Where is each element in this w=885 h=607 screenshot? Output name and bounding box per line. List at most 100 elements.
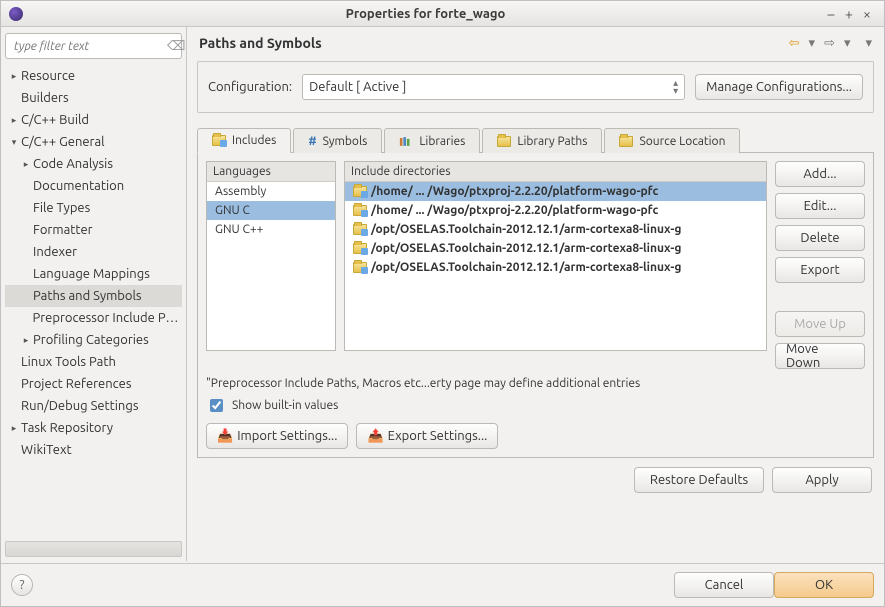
tree-item[interactable]: Linux Tools Path [5, 351, 182, 373]
tab-label: Includes [232, 134, 276, 147]
folder-icon [353, 205, 367, 216]
include-item[interactable]: /home/ ... /Wago/ptxproj-2.2.20/platform… [345, 182, 766, 201]
tree-item[interactable]: Documentation [5, 175, 182, 197]
tree-item-label: Profiling Categories [33, 333, 149, 347]
tab-libraries[interactable]: Libraries [384, 128, 480, 153]
expanded-arrow-icon: ▾ [9, 137, 19, 148]
tree-item[interactable]: Formatter [5, 219, 182, 241]
filter-input[interactable] [12, 39, 167, 54]
forward-menu-icon[interactable]: ▾ [844, 36, 851, 50]
tree-item-label: C/C++ General [21, 135, 105, 149]
tree-item-label: Project References [21, 377, 131, 391]
source-location-tab-icon [619, 136, 633, 147]
tree-item-label: Linux Tools Path [21, 355, 116, 369]
import-icon: 📥 [217, 429, 233, 444]
manage-configurations-button[interactable]: Manage Configurations... [695, 74, 863, 100]
collapsed-arrow-icon: ▸ [9, 71, 19, 82]
tree-item-label: C/C++ Build [21, 113, 89, 127]
configuration-label: Configuration: [208, 80, 292, 94]
tab-symbols[interactable]: #Symbols [293, 128, 382, 153]
show-builtin-label: Show built-in values [232, 399, 338, 412]
include-path: /home/ ... /Wago/ptxproj-2.2.20/platform… [371, 204, 658, 217]
forward-icon[interactable]: ⇨ [824, 36, 835, 50]
languages-list[interactable]: Languages AssemblyGNU CGNU C++ [206, 161, 336, 351]
tree-item-label: Task Repository [21, 421, 113, 435]
close-button[interactable]: × [858, 5, 876, 23]
move-up-button[interactable]: Move Up [775, 311, 865, 337]
filter-box[interactable]: ⌫ [5, 33, 182, 59]
add-button[interactable]: Add... [775, 161, 865, 187]
include-item[interactable]: /opt/OSELAS.Toolchain-2012.12.1/arm-cort… [345, 258, 766, 277]
tree-item[interactable]: Builders [5, 87, 182, 109]
configuration-combo[interactable]: Default [ Active ] ▴▾ [302, 74, 685, 100]
ok-button[interactable]: OK [774, 572, 874, 598]
export-settings-button[interactable]: 📤 Export Settings... [356, 423, 498, 449]
apply-button[interactable]: Apply [772, 467, 872, 493]
include-path: /opt/OSELAS.Toolchain-2012.12.1/arm-cort… [371, 242, 681, 255]
tree-item[interactable]: ▸Task Repository [5, 417, 182, 439]
language-item[interactable]: Assembly [207, 182, 335, 201]
tree-item[interactable]: File Types [5, 197, 182, 219]
edit-button[interactable]: Edit... [775, 193, 865, 219]
tree-scrollbar[interactable] [5, 541, 182, 557]
collapsed-arrow-icon: ▸ [21, 335, 31, 346]
tree-item[interactable]: ▾C/C++ General [5, 131, 182, 153]
export-button[interactable]: Export [775, 257, 865, 283]
back-icon[interactable]: ⇦ [789, 36, 800, 50]
eclipse-icon [9, 7, 23, 21]
minimize-button[interactable]: – [822, 5, 840, 23]
tree-item[interactable]: ▸Profiling Categories [5, 329, 182, 351]
tree-item-label: Preprocessor Include Paths [32, 311, 182, 325]
collapsed-arrow-icon: ▸ [9, 423, 19, 434]
tab-includes[interactable]: Includes [197, 128, 291, 153]
tree-item-label: Resource [21, 69, 75, 83]
tab-source-location[interactable]: Source Location [604, 128, 740, 153]
cancel-button[interactable]: Cancel [674, 572, 774, 598]
maximize-button[interactable]: + [840, 5, 858, 23]
clear-icon[interactable]: ⌫ [167, 39, 185, 54]
includes-tab-icon [212, 135, 226, 146]
tree-item[interactable]: Language Mappings [5, 263, 182, 285]
heading-nav: ⇦ ▾ ⇨ ▾ ▾ [783, 36, 872, 51]
tree-item[interactable]: ▸Resource [5, 65, 182, 87]
show-builtin-row[interactable]: Show built-in values [206, 396, 865, 415]
main-panel: Paths and Symbols ⇦ ▾ ⇨ ▾ ▾ Configuratio… [187, 27, 884, 561]
include-item[interactable]: /opt/OSELAS.Toolchain-2012.12.1/arm-cort… [345, 239, 766, 258]
tree-item[interactable]: ▸Code Analysis [5, 153, 182, 175]
hint-text: "Preprocessor Include Paths, Macros etc.… [206, 377, 865, 390]
include-directories-list[interactable]: Include directories /home/ ... /Wago/ptx… [344, 161, 767, 351]
language-item[interactable]: GNU C [207, 201, 335, 220]
restore-defaults-button[interactable]: Restore Defaults [634, 467, 764, 493]
collapsed-arrow-icon: ▸ [21, 159, 31, 170]
titlebar: Properties for forte_wago – + × [1, 1, 884, 27]
folder-icon [353, 224, 367, 235]
tree-item[interactable]: ▸C/C++ Build [5, 109, 182, 131]
tree-item[interactable]: Run/Debug Settings [5, 395, 182, 417]
dialog-window: Properties for forte_wago – + × ⌫ ▸Resou… [0, 0, 885, 607]
import-settings-button[interactable]: 📥 Import Settings... [206, 423, 348, 449]
libraries-tab-icon [399, 136, 413, 147]
view-menu-icon[interactable]: ▾ [865, 36, 872, 50]
include-path: /home/ ... /Wago/ptxproj-2.2.20/platform… [371, 185, 658, 198]
collapsed-arrow-icon: ▸ [9, 115, 19, 126]
tab-panel: Languages AssemblyGNU CGNU C++ Include d… [197, 153, 874, 458]
tree-item[interactable]: WikiText [5, 439, 182, 461]
category-tree[interactable]: ▸ResourceBuilders▸C/C++ Build▾C/C++ Gene… [5, 65, 182, 541]
language-item[interactable]: GNU C++ [207, 220, 335, 239]
move-down-button[interactable]: Move Down [775, 343, 865, 369]
delete-button[interactable]: Delete [775, 225, 865, 251]
tree-item[interactable]: Indexer [5, 241, 182, 263]
configuration-value: Default [ Active ] [309, 80, 406, 94]
tab-library-paths[interactable]: Library Paths [482, 128, 602, 153]
tree-item[interactable]: Preprocessor Include Paths [5, 307, 182, 329]
tree-item-label: Indexer [33, 245, 77, 259]
include-item[interactable]: /opt/OSELAS.Toolchain-2012.12.1/arm-cort… [345, 220, 766, 239]
show-builtin-checkbox[interactable] [210, 399, 223, 412]
back-menu-icon[interactable]: ▾ [809, 36, 816, 50]
help-button[interactable]: ? [11, 574, 33, 596]
include-item[interactable]: /home/ ... /Wago/ptxproj-2.2.20/platform… [345, 201, 766, 220]
tree-item[interactable]: Project References [5, 373, 182, 395]
page-title: Paths and Symbols [199, 35, 783, 51]
tree-item[interactable]: Paths and Symbols [5, 285, 182, 307]
dialog-footer: ? Cancel OK [1, 564, 884, 606]
